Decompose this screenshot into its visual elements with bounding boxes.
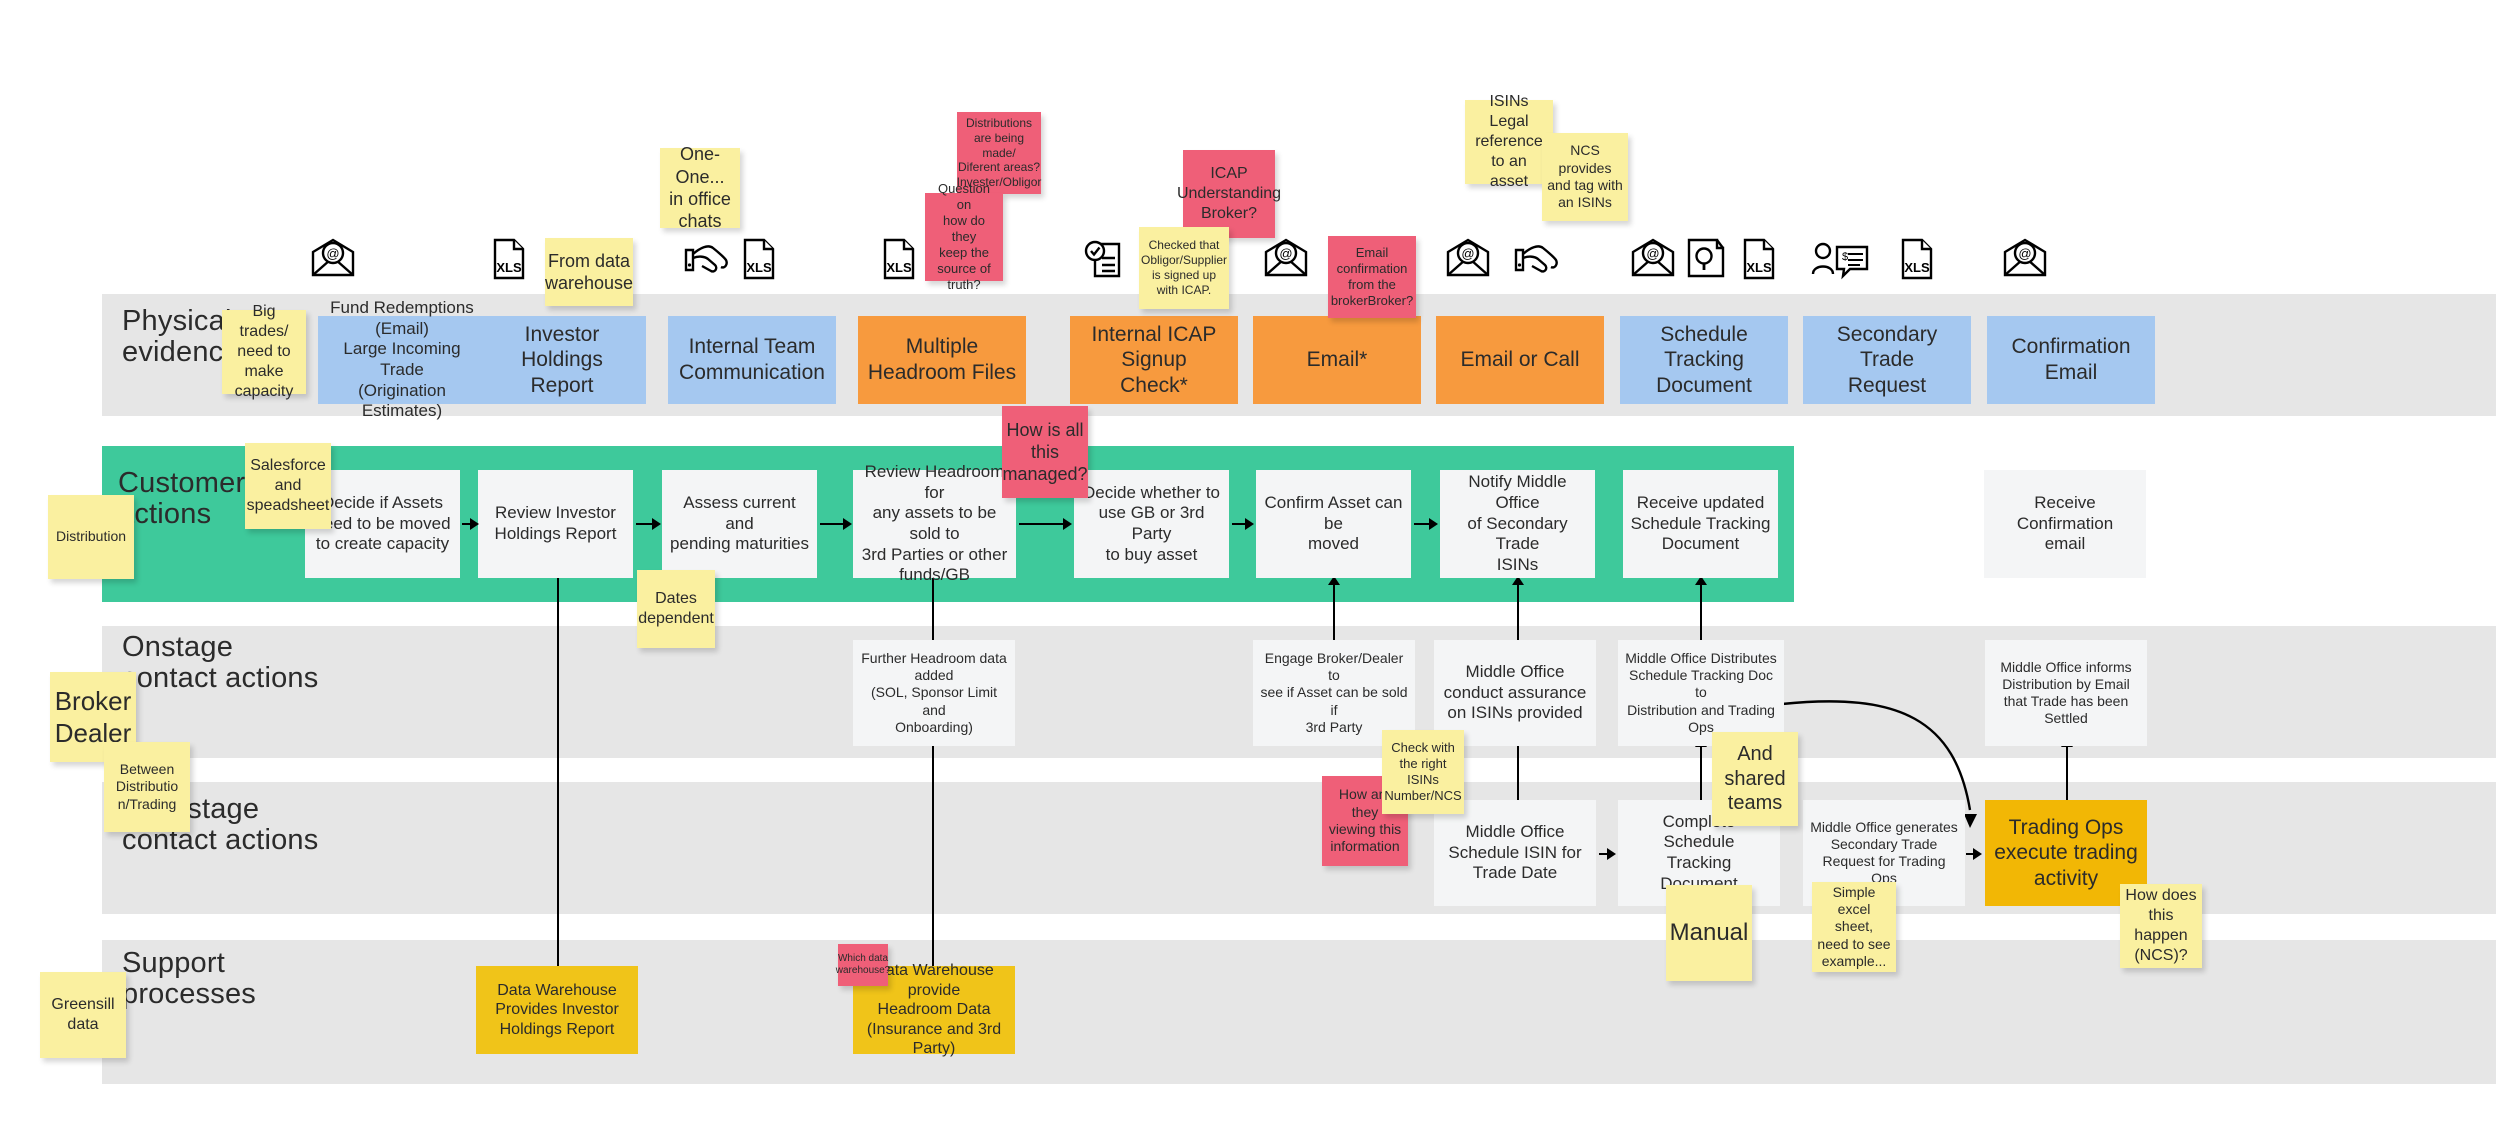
connector-ca-6	[1414, 523, 1430, 525]
connector-complete-to-distributes	[1700, 742, 1702, 806]
arrow-ca-6	[1429, 518, 1438, 530]
handshake-icon-1	[682, 238, 730, 280]
evidence-box-internal-icap-signup-check[interactable]: Internal ICAP Signup Check*	[1070, 316, 1238, 404]
customer-action-confirm-asset-moved[interactable]: Confirm Asset can be moved	[1256, 470, 1411, 578]
svg-text:@: @	[1279, 246, 1292, 261]
connector-ca-3	[820, 523, 845, 525]
handshake-icon-2	[1512, 238, 1560, 280]
svg-text:$: $	[1842, 251, 1848, 263]
sticky-email-confirmation-broker[interactable]: Email confirmation from the brokerBroker…	[1328, 236, 1416, 318]
connector-ca-4	[1019, 523, 1065, 525]
sticky-from-data-warehouse[interactable]: From data warehouse	[545, 238, 633, 306]
backstage-action-schedule-isin-trade-date[interactable]: Middle Office Schedule ISIN for Trade Da…	[1434, 800, 1596, 906]
arrow-ca-1	[470, 518, 479, 530]
svg-text:XLS: XLS	[1904, 260, 1930, 275]
sticky-distribution[interactable]: Distribution	[48, 495, 134, 579]
sticky-checked-obligor-signed-up[interactable]: Checked that Obligor/Supplier is signed …	[1139, 227, 1229, 309]
sticky-question-source-of-truth[interactable]: Question on how do they keep the source …	[925, 181, 1003, 292]
sticky-one-one-office-chats[interactable]: One-One... in office chats	[660, 144, 740, 231]
sticky-manual[interactable]: Manual	[1666, 885, 1752, 981]
sticky-how-is-all-this-managed[interactable]: How is all this managed?	[1002, 406, 1088, 498]
onstage-action-further-headroom-data[interactable]: Further Headroom data added (SOL, Sponso…	[853, 640, 1015, 746]
sticky-dates-dependent[interactable]: Dates dependent	[637, 570, 715, 648]
svg-text:@: @	[326, 246, 339, 261]
arrow-ca-3	[843, 518, 852, 530]
sticky-icap-understanding-broker[interactable]: ICAP Understanding Broker?	[1177, 150, 1281, 238]
sticky-which-data-warehouse[interactable]: Which data warehouse?	[836, 944, 890, 986]
svg-text:@: @	[1646, 246, 1659, 261]
evidence-box-confirmation-email[interactable]: Confirmation Email	[1987, 316, 2155, 404]
svg-text:@: @	[2018, 246, 2031, 261]
sticky-how-does-this-happen-ncs[interactable]: How does this happen (NCS)?	[2120, 884, 2202, 968]
svg-text:XLS: XLS	[496, 260, 522, 275]
customer-action-receive-updated-schedule-doc[interactable]: Receive updated Schedule Tracking Docume…	[1623, 470, 1778, 578]
email-at-icon-1: @	[310, 238, 356, 278]
arrow-ca-5	[1245, 518, 1254, 530]
xls-file-icon-2: XLS	[742, 238, 776, 280]
evidence-box-investor-holdings-report[interactable]: Investor Holdings Report	[478, 316, 646, 404]
evidence-box-schedule-tracking-document[interactable]: Schedule Tracking Document	[1620, 316, 1788, 404]
arrow-bs-1	[1607, 848, 1616, 860]
connector-ca-5	[1232, 523, 1246, 525]
evidence-box-secondary-trade-request[interactable]: Secondary Trade Request	[1803, 316, 1971, 404]
customer-action-assess-maturities[interactable]: Assess current and pending maturities	[662, 470, 817, 578]
sticky-big-trades-capacity[interactable]: Big trades/ need to make capacity	[222, 303, 306, 400]
connector-holdings-report	[557, 570, 559, 970]
xls-file-icon-5: XLS	[1900, 238, 1934, 280]
sticky-ncs-provides-tag-isins[interactable]: NCS provides and tag with an ISINs	[1542, 133, 1628, 221]
arrow-ca-4	[1063, 518, 1072, 530]
customer-action-notify-middle-office[interactable]: Notify Middle Office of Secondary Trade …	[1440, 470, 1595, 578]
sticky-and-shared-teams[interactable]: And shared teams	[1712, 732, 1798, 826]
checklist-doc-icon-1	[1082, 238, 1124, 280]
sticky-check-with-right-isins[interactable]: Check with the right ISINs Number/NCS	[1382, 730, 1464, 814]
magnify-doc-icon-1	[1685, 236, 1727, 280]
arrow-ca-2	[652, 518, 661, 530]
customer-action-review-holdings-report[interactable]: Review Investor Holdings Report	[478, 470, 633, 578]
sticky-simple-excel-sheet[interactable]: Simple excel sheet, need to see example.…	[1812, 882, 1896, 972]
person-chat-icon-1: $	[1810, 238, 1870, 280]
svg-text:XLS: XLS	[1746, 260, 1772, 275]
svg-text:XLS: XLS	[746, 260, 772, 275]
support-process-data-warehouse-holdings[interactable]: Data Warehouse Provides Investor Holding…	[476, 966, 638, 1054]
xls-file-icon-1: XLS	[492, 238, 526, 280]
evidence-box-internal-team-communication[interactable]: Internal Team Communication	[668, 316, 836, 404]
sticky-between-distribution-trading[interactable]: Between Distributio n/Trading	[104, 742, 190, 832]
customer-action-receive-confirmation-email[interactable]: Receive Confirmation email	[1984, 470, 2146, 578]
email-at-icon-2: @	[1263, 238, 1309, 278]
customer-action-decide-gb-or-3rd-party[interactable]: Decide whether to use GB or 3rd Party to…	[1074, 470, 1229, 578]
evidence-box-multiple-headroom-files[interactable]: Multiple Headroom Files	[858, 316, 1026, 404]
svg-text:XLS: XLS	[886, 260, 912, 275]
sticky-salesforce-and-spreadsheet[interactable]: Salesforce and speadsheet	[245, 443, 331, 529]
email-at-icon-4: @	[1630, 238, 1676, 278]
evidence-box-email-star[interactable]: Email*	[1253, 316, 1421, 404]
lane-title-customer-actions: Customer actions	[118, 467, 246, 531]
email-at-icon-5: @	[2002, 238, 2048, 278]
arrow-bs-2	[1973, 848, 1982, 860]
lane-title-support-processes: Support processes	[122, 947, 256, 1011]
xls-file-icon-4: XLS	[1742, 238, 1776, 280]
sticky-greensill-data[interactable]: Greensill data	[40, 972, 126, 1058]
onstage-action-middle-office-distributes[interactable]: Middle Office Distributes Schedule Track…	[1618, 640, 1784, 746]
xls-file-icon-3: XLS	[882, 238, 916, 280]
lane-title-onstage-contact-actions: Onstage contact actions	[122, 631, 319, 695]
connector-headroom-data	[932, 570, 934, 970]
email-at-icon-3: @	[1445, 238, 1491, 278]
onstage-action-middle-office-informs-settled[interactable]: Middle Office informs Distribution by Em…	[1985, 640, 2147, 746]
customer-action-review-headroom[interactable]: Review Headroom for any assets to be sol…	[853, 462, 1016, 584]
sticky-isins-legal-reference[interactable]: ISINs Legal reference to an asset	[1465, 93, 1553, 190]
service-blueprint-canvas: Physical evidence Customer actions Onsta…	[0, 0, 2496, 1148]
svg-text:@: @	[1461, 246, 1474, 261]
evidence-box-fund-redemptions[interactable]: Fund Redemptions (Email) Large Incoming …	[318, 298, 486, 420]
connector-assurance-to-schedule-isin	[1517, 742, 1519, 806]
evidence-box-email-or-call[interactable]: Email or Call	[1436, 316, 1604, 404]
